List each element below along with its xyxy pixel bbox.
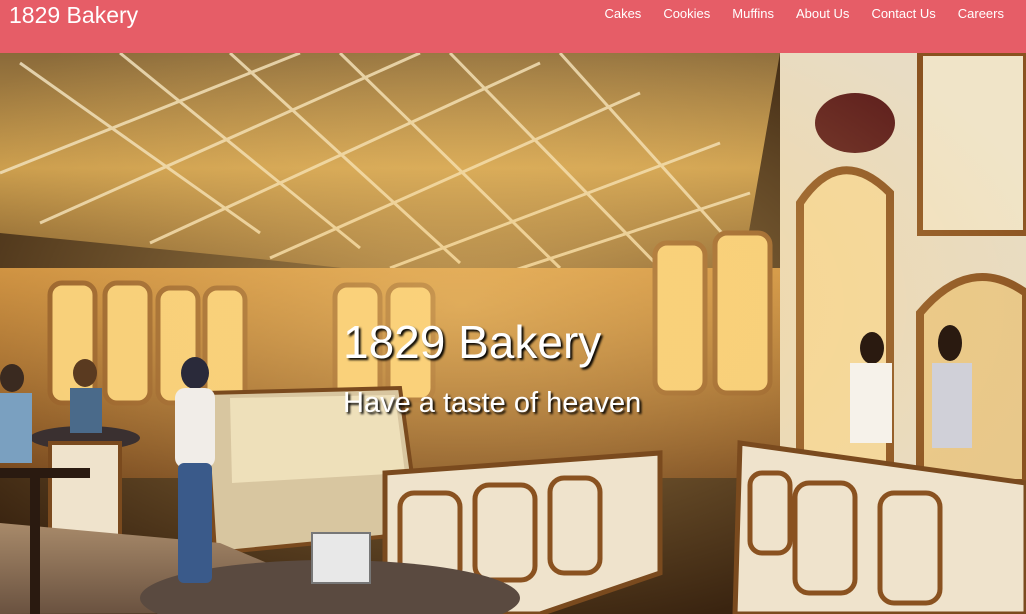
nav-link-about-us[interactable]: About Us xyxy=(796,6,849,22)
nav-links: Cakes Cookies Muffins About Us Contact U… xyxy=(604,6,1004,22)
nav-link-cookies[interactable]: Cookies xyxy=(663,6,710,22)
nav-link-cakes[interactable]: Cakes xyxy=(604,6,641,22)
hero-section: 1829 Bakery Have a taste of heaven xyxy=(0,53,1026,614)
nav-link-muffins[interactable]: Muffins xyxy=(732,6,774,22)
nav-link-careers[interactable]: Careers xyxy=(958,6,1004,22)
navbar: 1829 Bakery Cakes Cookies Muffins About … xyxy=(0,0,1026,53)
hero-subtitle: Have a taste of heaven xyxy=(343,387,642,419)
hero-title: 1829 Bakery xyxy=(343,316,602,368)
brand-logo-text[interactable]: 1829 Bakery xyxy=(9,1,138,29)
nav-link-contact-us[interactable]: Contact Us xyxy=(871,6,935,22)
